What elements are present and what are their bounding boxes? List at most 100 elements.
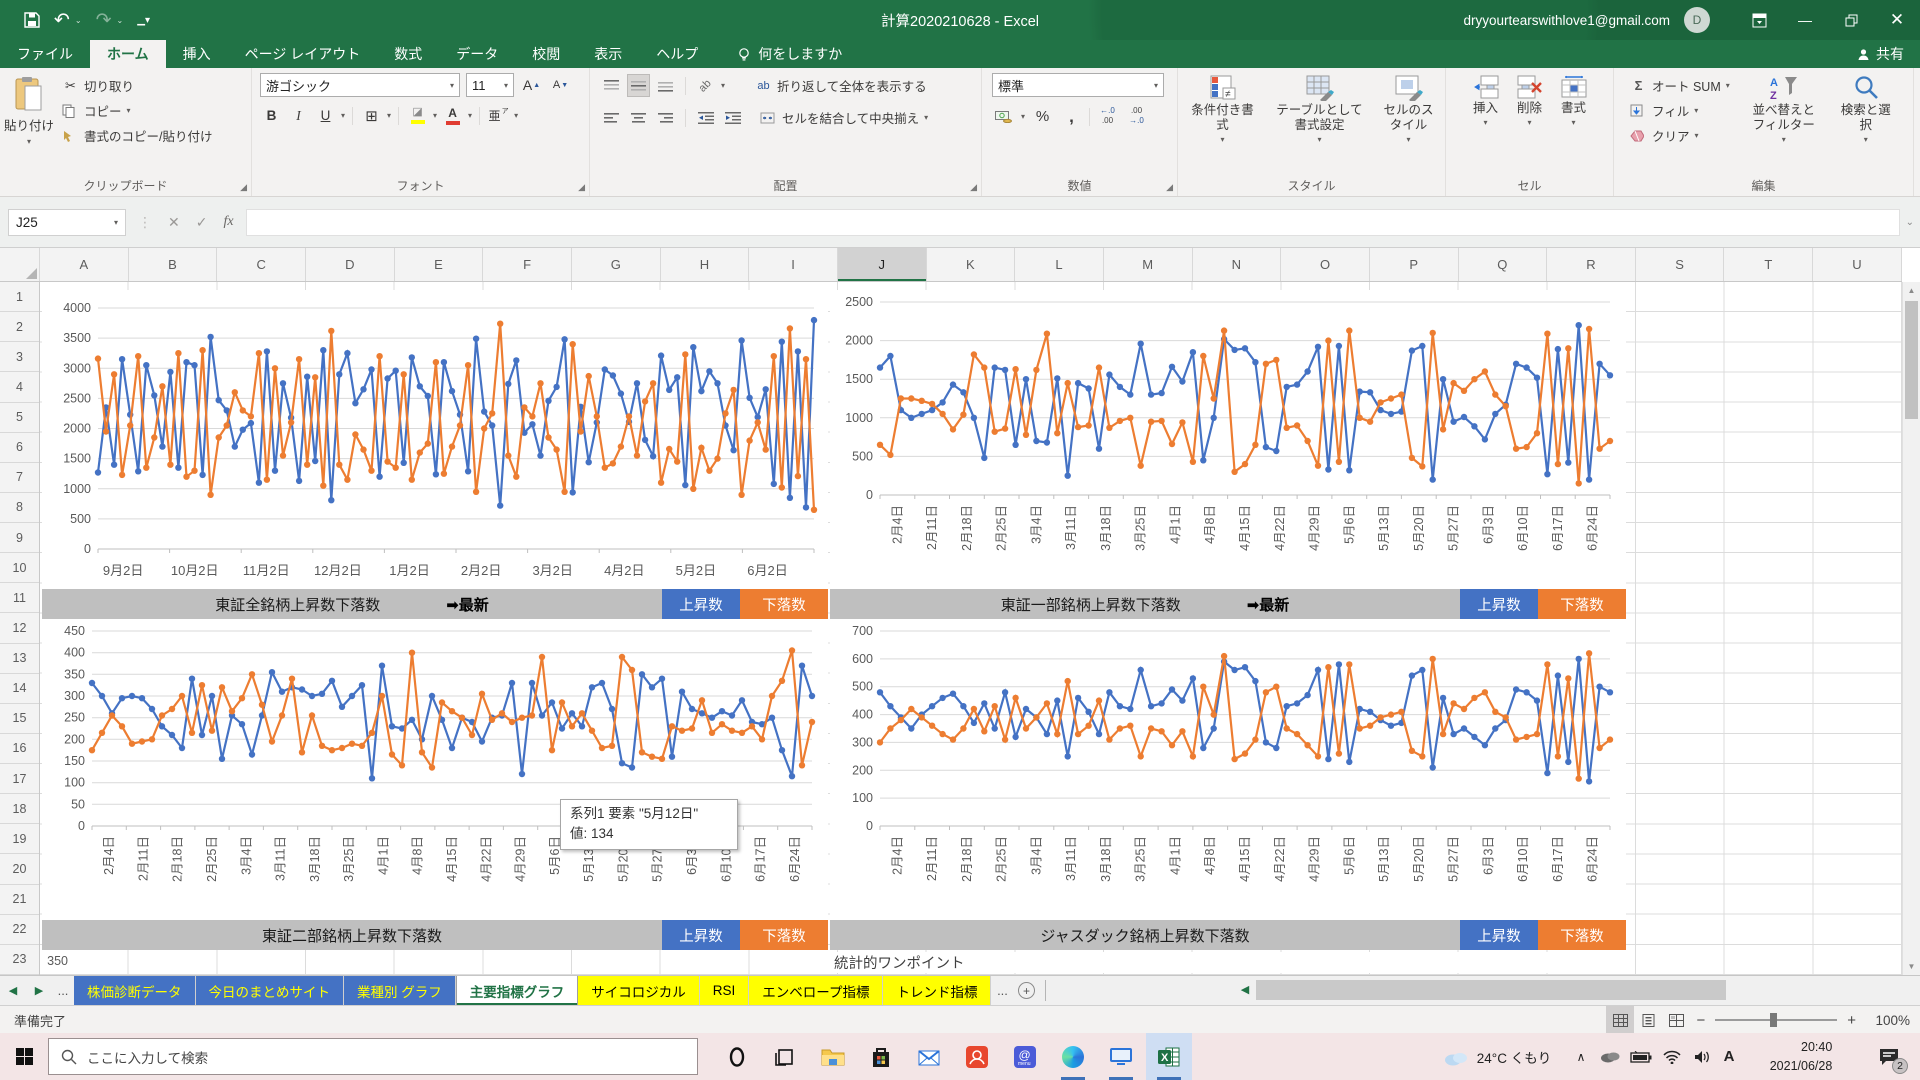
number-dialog-launcher-icon[interactable]: ◢ <box>1166 182 1173 193</box>
tray-volume-icon[interactable] <box>1688 1033 1716 1080</box>
clipboard-dialog-launcher-icon[interactable]: ◢ <box>240 182 247 193</box>
column-header-T[interactable]: T <box>1724 248 1813 281</box>
row-header-10[interactable]: 10 <box>0 553 39 583</box>
fill-color-dropdown-icon[interactable]: ▾ <box>433 111 437 120</box>
font-color-dropdown-icon[interactable]: ▾ <box>468 111 472 120</box>
taskbar-store-icon[interactable] <box>858 1033 904 1080</box>
decrease-decimal-button[interactable]: .00→.0 <box>1125 105 1148 128</box>
vertical-scrollbar[interactable]: ▲ ▼ <box>1902 282 1920 975</box>
column-header-Q[interactable]: Q <box>1459 248 1548 281</box>
align-center-button[interactable] <box>627 106 650 129</box>
chart-jasdaq-advance-decline[interactable]: 01002003004005006007002月4日2月11日2月18日2月25… <box>830 619 1626 920</box>
tray-wifi-icon[interactable] <box>1658 1033 1686 1080</box>
orientation-dropdown-icon[interactable]: ▾ <box>721 81 725 90</box>
sheet-nav-left-icon[interactable]: ◀ <box>0 976 26 1005</box>
sheet-tab-株価診断データ[interactable]: 株価診断データ <box>74 976 196 1005</box>
tell-me-box[interactable]: 何をしますか <box>737 40 842 68</box>
column-header-H[interactable]: H <box>661 248 750 281</box>
row-header-14[interactable]: 14 <box>0 674 39 704</box>
sheet-tab-業種別 グラフ[interactable]: 業種別 グラフ <box>344 976 456 1005</box>
autosum-button[interactable]: Σオート SUM▾ <box>1626 73 1734 98</box>
fill-button[interactable]: フィル▾ <box>1626 98 1734 123</box>
row-header-6[interactable]: 6 <box>0 433 39 463</box>
comma-style-button[interactable]: , <box>1060 105 1083 128</box>
column-header-R[interactable]: R <box>1547 248 1636 281</box>
sheet-tab-RSI[interactable]: RSI <box>700 976 750 1005</box>
zoom-slider-thumb[interactable] <box>1770 1013 1777 1027</box>
account-email[interactable]: dryyourtearswithlove1@gmail.com <box>1463 13 1670 28</box>
sheet-tab-主要指標グラフ[interactable]: 主要指標グラフ <box>456 976 579 1005</box>
percent-style-button[interactable]: % <box>1031 105 1054 128</box>
scroll-up-icon[interactable]: ▲ <box>1903 282 1920 299</box>
italic-button[interactable]: I <box>287 104 310 127</box>
align-left-button[interactable] <box>600 106 623 129</box>
sheet-tab-エンベロープ指標[interactable]: エンベロープ指標 <box>749 976 883 1005</box>
row-header-8[interactable]: 8 <box>0 493 39 523</box>
sheet-tab-サイコロジカル[interactable]: サイコロジカル <box>578 976 700 1005</box>
horizontal-scrollbar-thumb[interactable] <box>1256 980 1726 1000</box>
new-sheet-button[interactable]: + <box>1013 976 1039 1005</box>
taskbar-weather[interactable]: 24°C くもり <box>1432 1033 1562 1080</box>
insert-function-icon[interactable]: fx <box>223 214 233 230</box>
bold-button[interactable]: B <box>260 104 283 127</box>
undo-dropdown-icon[interactable]: ⌄ <box>75 16 82 25</box>
close-button[interactable]: ✕ <box>1874 0 1920 40</box>
horizontal-scrollbar[interactable]: ◀ <box>1232 975 1920 1005</box>
customize-qat-icon[interactable]: ▁▾ <box>137 15 150 26</box>
taskbar-mail-icon[interactable] <box>906 1033 952 1080</box>
column-header-N[interactable]: N <box>1193 248 1282 281</box>
expand-formula-bar-icon[interactable]: ⌄ <box>1906 217 1914 228</box>
format-painter-button[interactable]: 書式のコピー/貼り付け <box>58 123 216 148</box>
row-header-2[interactable]: 2 <box>0 312 39 342</box>
grow-font-button[interactable]: A▲ <box>520 74 543 97</box>
column-header-M[interactable]: M <box>1104 248 1193 281</box>
borders-dropdown-icon[interactable]: ▾ <box>387 111 391 120</box>
column-header-O[interactable]: O <box>1281 248 1370 281</box>
menu-tab-6[interactable]: 校閲 <box>515 40 577 68</box>
zoom-in-icon[interactable]: + <box>1847 1012 1856 1029</box>
underline-button[interactable]: U <box>314 104 337 127</box>
zoom-out-icon[interactable]: − <box>1696 1012 1705 1029</box>
font-color-button[interactable]: A <box>441 104 464 127</box>
taskbar-task-view-icon[interactable] <box>762 1033 808 1080</box>
taskbar-atmenu-app-icon[interactable]: @menu <box>1002 1033 1048 1080</box>
scroll-down-icon[interactable]: ▼ <box>1903 958 1920 975</box>
borders-button[interactable]: ⊞ <box>360 104 383 127</box>
menu-tab-active[interactable]: ホーム <box>90 40 166 68</box>
row-header-22[interactable]: 22 <box>0 915 39 945</box>
taskbar-excel-icon[interactable]: X <box>1146 1033 1192 1080</box>
enter-icon[interactable]: ✓ <box>196 214 208 231</box>
font-family-combobox[interactable]: 游ゴシック▾ <box>260 73 460 97</box>
row-header-12[interactable]: 12 <box>0 613 39 643</box>
decrease-indent-button[interactable] <box>694 106 717 129</box>
row-header-9[interactable]: 9 <box>0 523 39 553</box>
formula-input[interactable] <box>246 209 1900 236</box>
taskbar-edge-icon[interactable] <box>1050 1033 1096 1080</box>
taskbar-cortana-icon[interactable] <box>714 1033 760 1080</box>
increase-indent-button[interactable] <box>721 106 744 129</box>
row-header-5[interactable]: 5 <box>0 403 39 433</box>
zoom-level[interactable]: 100% <box>1866 1013 1910 1028</box>
row-header-4[interactable]: 4 <box>0 372 39 402</box>
restore-button[interactable] <box>1828 0 1874 40</box>
hscroll-left-icon[interactable]: ◀ <box>1232 983 1258 996</box>
row-header-21[interactable]: 21 <box>0 885 39 915</box>
taskbar-clock[interactable]: 20:402021/06/28 <box>1742 1033 1860 1080</box>
column-header-S[interactable]: S <box>1636 248 1725 281</box>
column-header-A[interactable]: A <box>40 248 129 281</box>
menu-tab-0[interactable]: ファイル <box>0 40 90 68</box>
row-header-1[interactable]: 1 <box>0 282 39 312</box>
menu-tab-3[interactable]: ページ レイアウト <box>228 40 378 68</box>
increase-decimal-button[interactable]: ←.0.00 <box>1096 105 1119 128</box>
currency-format-button[interactable] <box>992 105 1015 128</box>
tray-show-hidden-icon[interactable]: ∧ <box>1568 1033 1594 1080</box>
chart-tse-all-advance-decline[interactable]: 050010001500200025003000350040009月2日10月2… <box>42 290 828 589</box>
column-header-G[interactable]: G <box>572 248 661 281</box>
column-header-B[interactable]: B <box>129 248 218 281</box>
phonetic-button[interactable]: 亜ア <box>487 104 510 127</box>
tray-ime-indicator[interactable]: A <box>1716 1033 1742 1080</box>
row-header-3[interactable]: 3 <box>0 342 39 372</box>
notification-center-icon[interactable]: 2 <box>1866 1033 1912 1080</box>
cell-statistical-onepoint[interactable]: 統計的ワンポイント <box>834 952 1624 973</box>
menu-tab-5[interactable]: データ <box>439 40 515 68</box>
